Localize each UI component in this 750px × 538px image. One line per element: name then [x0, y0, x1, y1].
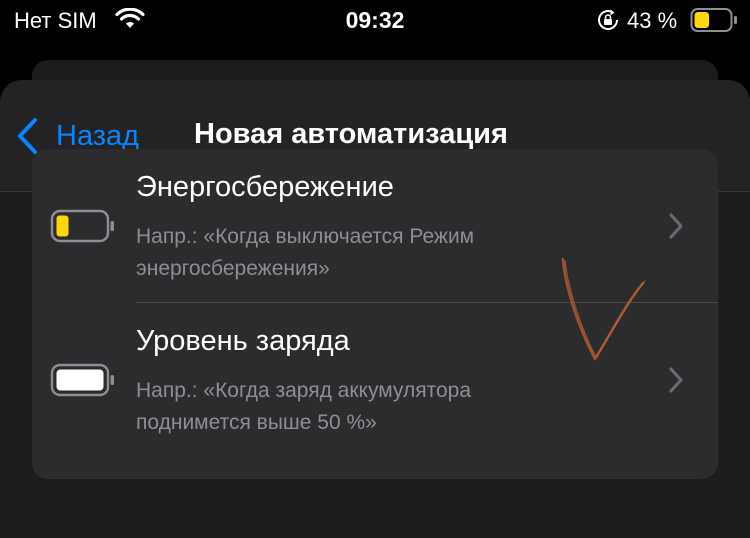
battery-level-icon — [50, 363, 114, 397]
back-button-label: Назад — [56, 119, 140, 152]
trigger-list: Энергосбережение Напр.: «Когда выключает… — [32, 149, 718, 479]
list-item-title: Уровень заряда — [136, 325, 350, 357]
list-item-low-power[interactable]: Энергосбережение Напр.: «Когда выключает… — [32, 149, 718, 303]
list-item-battery-level[interactable]: Уровень заряда Напр.: «Когда заряд аккум… — [32, 303, 718, 457]
list-item-title: Энергосбережение — [136, 171, 394, 203]
orientation-lock-icon — [598, 9, 618, 30]
chevron-right-icon — [669, 367, 683, 393]
battery-percent: 43 % — [627, 8, 678, 33]
low-power-battery-icon — [50, 209, 114, 243]
battery-icon — [690, 8, 737, 32]
list-item-subtitle: Напр.: «Когда выключается Режим энергосб… — [136, 225, 475, 280]
chevron-right-icon — [669, 213, 683, 239]
screen: Нет SIM 09:32 43 % Назад Новая автоматиз… — [0, 0, 750, 538]
status-bar: Нет SIM 09:32 43 % — [0, 0, 750, 44]
list-item-subtitle: Напр.: «Когда заряд аккумулятора подниме… — [136, 379, 471, 434]
page-title: Новая автоматизация — [194, 118, 508, 150]
